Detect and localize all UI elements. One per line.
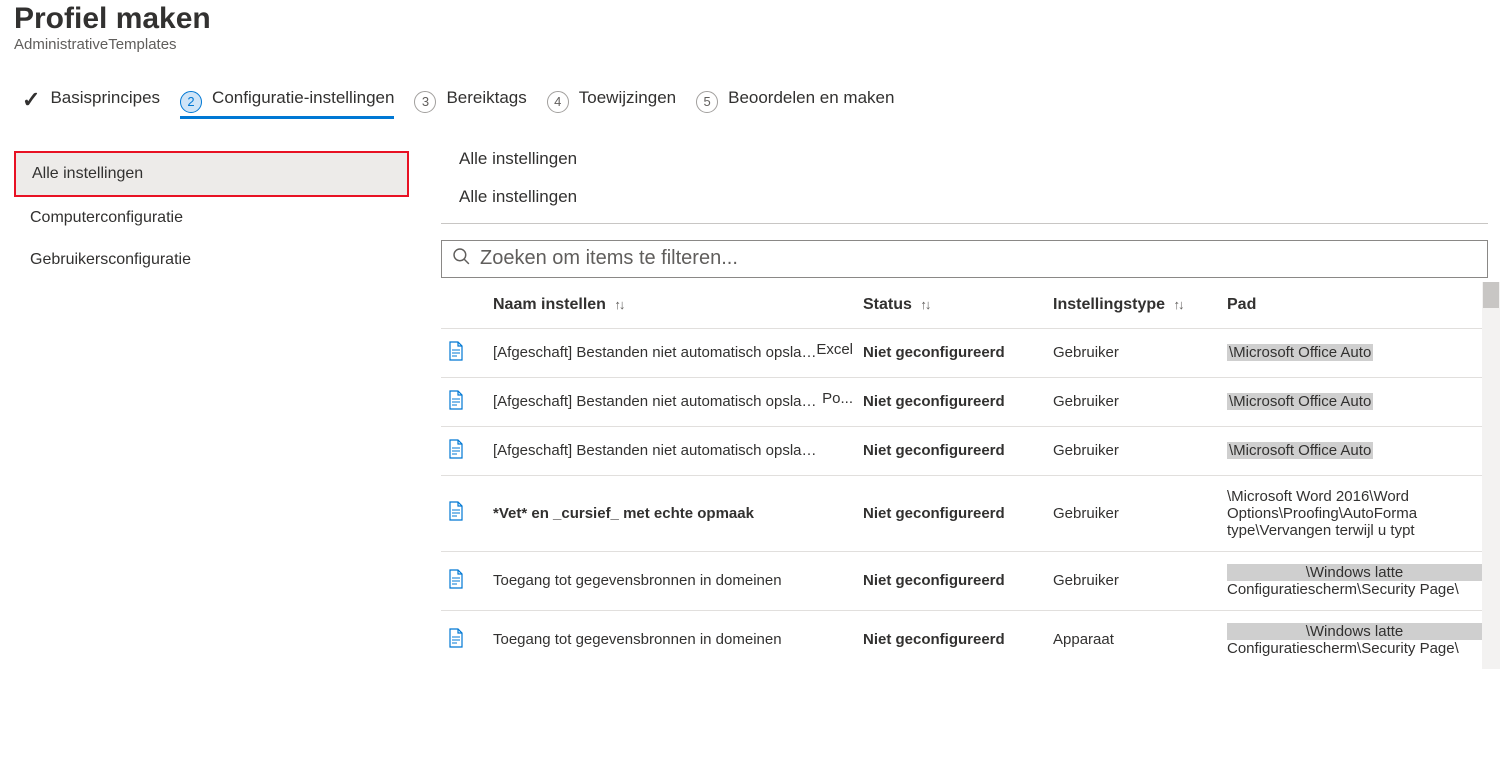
sidebar-item[interactable]: Computerconfiguratie	[14, 197, 409, 239]
step-number: 2	[180, 91, 202, 113]
cell-name: [Afgeschaft] Bestanden niet automatisch …	[487, 377, 857, 426]
page-subtitle: AdministrativeTemplates	[14, 36, 1504, 53]
col-status[interactable]: Status ↑↓	[857, 282, 1047, 329]
document-icon	[447, 569, 465, 589]
settings-tree: Alle instellingenComputerconfiguratieGeb…	[14, 137, 409, 281]
step-number: 3	[414, 91, 436, 113]
cell-path: \Microsoft Word 2016\WordOptions\Proofin…	[1221, 475, 1488, 551]
breadcrumb-line1: Alle instellingen	[441, 137, 1488, 175]
cell-path: \Microsoft Office Auto	[1221, 377, 1488, 426]
wizard-step[interactable]: 5 Beoordelen en maken	[696, 88, 894, 116]
page-title: Profiel maken	[14, 2, 1504, 36]
wizard-step[interactable]: 3 Bereiktags	[414, 88, 526, 116]
step-label: Configuratie-instellingen	[212, 88, 394, 108]
search-icon	[452, 247, 470, 270]
table-row[interactable]: [Afgeschaft] Bestanden niet automatisch …	[441, 377, 1488, 426]
document-icon	[447, 390, 465, 410]
table-row[interactable]: [Afgeschaft] Bestanden niet automatisch …	[441, 426, 1488, 475]
cell-path: \Microsoft Office Auto	[1221, 426, 1488, 475]
col-path[interactable]: Pad	[1221, 282, 1488, 329]
sort-icon: ↑↓	[920, 297, 929, 312]
step-number: 4	[547, 91, 569, 113]
cell-path: \Microsoft Office Auto	[1221, 328, 1488, 377]
vertical-scrollbar[interactable]	[1482, 282, 1500, 669]
cell-name: [Afgeschaft] Bestanden niet automatisch …	[487, 426, 857, 475]
sidebar-item[interactable]: Alle instellingen	[14, 151, 409, 197]
col-type[interactable]: Instellingstype ↑↓	[1047, 282, 1221, 329]
cell-path: \Windows latteConfiguratiescherm\Securit…	[1221, 610, 1488, 669]
step-label: Bereiktags	[446, 88, 526, 108]
col-name[interactable]: Naam instellen ↑↓	[487, 282, 857, 329]
document-icon	[447, 501, 465, 521]
step-label: Beoordelen en maken	[728, 88, 894, 108]
sort-icon: ↑↓	[614, 297, 623, 312]
sidebar-item[interactable]: Gebruikersconfiguratie	[14, 239, 409, 281]
divider	[441, 223, 1488, 224]
cell-status: Niet geconfigureerd	[857, 328, 1047, 377]
cell-type: Gebruiker	[1047, 426, 1221, 475]
cell-status: Niet geconfigureerd	[857, 551, 1047, 610]
cell-type: Gebruiker	[1047, 475, 1221, 551]
document-icon	[447, 341, 465, 361]
cell-status: Niet geconfigureerd	[857, 610, 1047, 669]
table-row[interactable]: [Afgeschaft] Bestanden niet automatisch …	[441, 328, 1488, 377]
wizard-step[interactable]: ✓ Basisprincipes	[22, 83, 160, 115]
scrollbar-thumb[interactable]	[1483, 282, 1499, 308]
wizard-steps: ✓ Basisprincipes 2 Configuratie-instellinge…	[14, 83, 1504, 119]
wizard-step[interactable]: 4 Toewijzingen	[547, 88, 676, 116]
settings-table: Naam instellen ↑↓ Status ↑↓ Instellingst…	[441, 282, 1488, 669]
step-label: Toewijzingen	[579, 88, 676, 108]
step-number: 5	[696, 91, 718, 113]
cell-status: Niet geconfigureerd	[857, 426, 1047, 475]
cell-name: Toegang tot gegevensbronnen in domeinen	[487, 610, 857, 669]
sort-icon: ↑↓	[1173, 297, 1182, 312]
cell-type: Gebruiker	[1047, 328, 1221, 377]
table-row[interactable]: *Vet* en _cursief_ met echte opmaakNiet …	[441, 475, 1488, 551]
table-row[interactable]: Toegang tot gegevensbronnen in domeinenN…	[441, 551, 1488, 610]
cell-type: Gebruiker	[1047, 377, 1221, 426]
cell-type: Gebruiker	[1047, 551, 1221, 610]
step-label: Basisprincipes	[50, 88, 160, 108]
search-box[interactable]	[441, 240, 1488, 278]
cell-name: Toegang tot gegevensbronnen in domeinen	[487, 551, 857, 610]
cell-name: [Afgeschaft] Bestanden niet automatisch …	[487, 328, 857, 377]
cell-status: Niet geconfigureerd	[857, 475, 1047, 551]
wizard-step[interactable]: 2 Configuratie-instellingen	[180, 88, 394, 119]
cell-status: Niet geconfigureerd	[857, 377, 1047, 426]
check-icon: ✓	[22, 87, 40, 113]
search-input[interactable]	[478, 246, 1477, 271]
cell-path: \Windows latteConfiguratiescherm\Securit…	[1221, 551, 1488, 610]
table-row[interactable]: Toegang tot gegevensbronnen in domeinenN…	[441, 610, 1488, 669]
document-icon	[447, 439, 465, 459]
cell-type: Apparaat	[1047, 610, 1221, 669]
document-icon	[447, 628, 465, 648]
breadcrumb-line2: Alle instellingen	[441, 175, 1488, 213]
cell-name: *Vet* en _cursief_ met echte opmaak	[487, 475, 857, 551]
